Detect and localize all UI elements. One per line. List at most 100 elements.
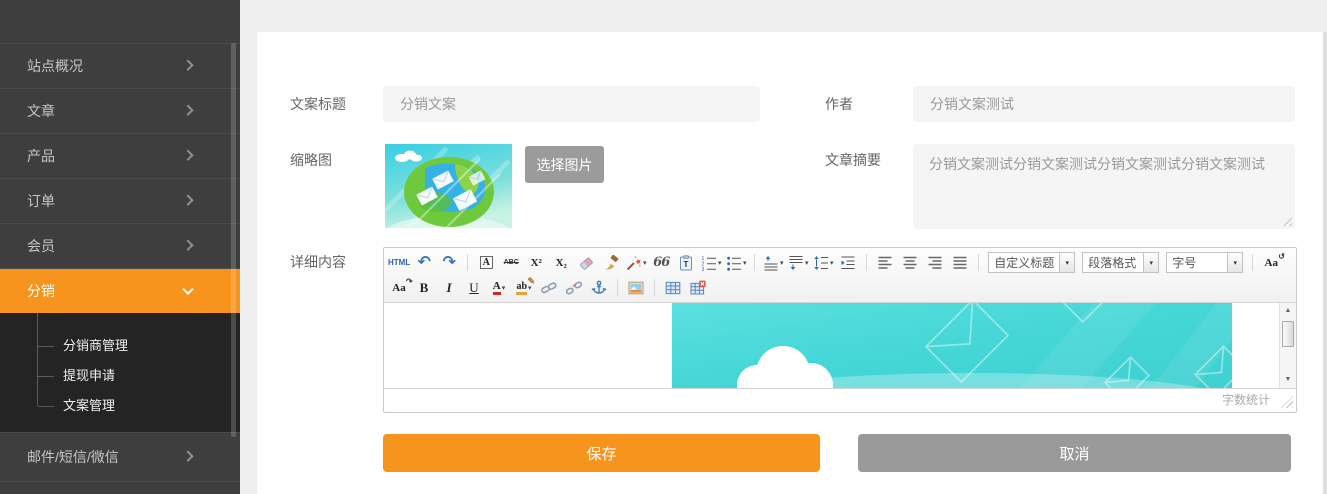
submenu-item-copy-management[interactable]: 文案管理 — [0, 391, 240, 421]
submenu-item-distributor-management[interactable]: 分销商管理 — [0, 331, 240, 361]
paragraph-format-select[interactable]: 段落格式▾ — [1082, 252, 1159, 273]
sidebar-submenu-distribution: 分销商管理 提现申请 文案管理 — [0, 313, 240, 432]
format-brush-icon[interactable] — [600, 252, 622, 273]
paragraph-space-bottom-icon[interactable]: ▾ — [787, 252, 809, 273]
editor-status-bar: 字数统计 — [384, 388, 1296, 411]
italic-icon[interactable]: I — [438, 277, 460, 298]
subscript-icon[interactable]: X₂ — [550, 252, 572, 273]
select-caret-icon[interactable]: ▾ — [1059, 253, 1074, 272]
thumbnail-label: 缩略图 — [290, 150, 332, 170]
editor-scrollbar[interactable]: ▲ ▼ — [1279, 303, 1296, 388]
chevron-right-icon — [182, 195, 193, 206]
sidebar-item-site-overview[interactable]: 站点概况 — [0, 43, 240, 88]
summary-label: 文章摘要 — [825, 150, 881, 170]
toolbar-separator — [754, 254, 755, 271]
resize-grip-icon[interactable] — [1282, 216, 1292, 226]
ordered-list-icon[interactable]: 123▾ — [700, 252, 722, 273]
content-label: 详细内容 — [290, 247, 346, 277]
blockquote-icon[interactable]: 66 — [650, 252, 672, 273]
sidebar-item-orders[interactable]: 订单 — [0, 178, 240, 223]
author-label: 作者 — [825, 86, 853, 122]
highlight-color-icon[interactable]: ab✎▾ — [513, 277, 535, 298]
to-uppercase-icon[interactable]: Aa↺ — [1260, 252, 1282, 273]
align-justify-icon[interactable] — [949, 252, 971, 273]
chevron-right-icon — [182, 105, 193, 116]
sidebar-item-distribution[interactable]: 分销 — [0, 268, 240, 313]
editor-toolbar: HTML↶↷AABCX²X₂▾66T123▾▾▾▾▾自定义标题▾段落格式▾字号▾… — [384, 248, 1296, 303]
select-label: 自定义标题 — [989, 254, 1059, 271]
align-center-icon[interactable] — [899, 252, 921, 273]
align-right-icon[interactable] — [924, 252, 946, 273]
submenu-item-label: 分销商管理 — [63, 338, 128, 353]
anchor-icon[interactable] — [588, 277, 610, 298]
superscript-icon[interactable]: X² — [525, 252, 547, 273]
strikethrough-icon[interactable]: ABC — [500, 252, 522, 273]
scroll-up-icon[interactable]: ▲ — [1280, 304, 1296, 318]
sidebar-item-label: 分销 — [27, 281, 55, 301]
chevron-right-icon — [182, 60, 193, 71]
summary-textarea[interactable]: 分销文案测试分销文案测试分销文案测试分销文案测试 — [913, 144, 1295, 229]
sidebar-item-articles[interactable]: 文章 — [0, 88, 240, 133]
select-caret-icon[interactable]: ▾ — [1143, 253, 1158, 272]
indent-icon[interactable] — [837, 252, 859, 273]
delete-table-icon[interactable] — [687, 277, 709, 298]
source-code-icon[interactable]: HTML — [388, 252, 410, 273]
insert-table-icon[interactable] — [662, 277, 684, 298]
sidebar-item-products[interactable]: 产品 — [0, 133, 240, 178]
line-height-icon[interactable]: ▾ — [812, 252, 834, 273]
unlink-icon[interactable] — [563, 277, 585, 298]
toolbar-separator — [866, 254, 867, 271]
undo-icon[interactable]: ↶ — [413, 252, 435, 273]
editor-content-area[interactable]: ▲ ▼ — [384, 303, 1296, 388]
scroll-down-icon[interactable]: ▼ — [1280, 373, 1296, 387]
auto-typeset-icon[interactable]: ▾ — [625, 252, 647, 273]
thumbnail-image — [385, 144, 512, 228]
unordered-list-icon[interactable]: ▾ — [725, 252, 747, 273]
char-border-icon[interactable]: A — [475, 252, 497, 273]
svg-text:3: 3 — [701, 267, 704, 271]
image-icon[interactable] — [625, 277, 647, 298]
font-size-select[interactable]: 字号▾ — [1166, 252, 1243, 273]
sidebar-item-email-sms-wechat[interactable]: 邮件/短信/微信 — [0, 432, 240, 481]
paragraph-space-top-icon[interactable]: ▾ — [762, 252, 784, 273]
word-count-label[interactable]: 字数统计 — [1222, 393, 1270, 407]
author-input[interactable]: 分销文案测试 — [913, 86, 1295, 122]
link-icon[interactable] — [538, 277, 560, 298]
editor-resize-grip-icon[interactable] — [1281, 396, 1293, 408]
sidebar-item-label: 文章 — [27, 101, 55, 121]
redo-icon[interactable]: ↷ — [438, 252, 460, 273]
sidebar-item-label: 站点概况 — [27, 56, 83, 76]
eraser-icon[interactable] — [575, 252, 597, 273]
sidebar-item-label: 会员 — [27, 236, 55, 256]
sidebar-item-members[interactable]: 会员 — [0, 223, 240, 268]
paste-text-icon[interactable]: T — [675, 252, 697, 273]
editor-scrollbar-thumb[interactable] — [1282, 321, 1294, 347]
select-label: 字号 — [1167, 254, 1227, 271]
select-caret-icon[interactable]: ▾ — [1227, 253, 1242, 272]
chevron-right-icon — [182, 240, 193, 251]
sidebar-item-label: 订单 — [27, 191, 55, 211]
bold-icon[interactable]: B — [413, 277, 435, 298]
page-scrollbar[interactable] — [1323, 32, 1327, 494]
font-color-icon[interactable]: A▾ — [488, 277, 510, 298]
content-banner-image — [672, 303, 1232, 388]
chevron-right-icon — [182, 451, 193, 462]
custom-title-select[interactable]: 自定义标题▾ — [988, 252, 1075, 273]
toolbar-separator — [467, 254, 468, 271]
to-lowercase-icon[interactable]: Aa↷ — [388, 277, 410, 298]
submenu-item-withdrawal-application[interactable]: 提现申请 — [0, 361, 240, 391]
copy-title-input[interactable]: 分销文案 — [383, 86, 760, 122]
editor-toolbar-row2: Aa↷BIUA▾ab✎▾ — [388, 275, 1292, 300]
sidebar-item-label: 产品 — [27, 146, 55, 166]
save-button[interactable]: 保存 — [383, 434, 820, 472]
align-left-icon[interactable] — [874, 252, 896, 273]
cancel-button[interactable]: 取消 — [858, 434, 1291, 472]
chevron-right-icon — [182, 150, 193, 161]
submenu-item-label: 提现申请 — [63, 368, 115, 383]
svg-text:T: T — [684, 260, 689, 269]
sidebar-item-partial — [0, 481, 240, 489]
underline-icon[interactable]: U — [463, 277, 485, 298]
toolbar-separator — [978, 254, 979, 271]
sidebar-scrollbar-thumb[interactable] — [231, 43, 236, 437]
choose-image-button[interactable]: 选择图片 — [525, 146, 604, 183]
